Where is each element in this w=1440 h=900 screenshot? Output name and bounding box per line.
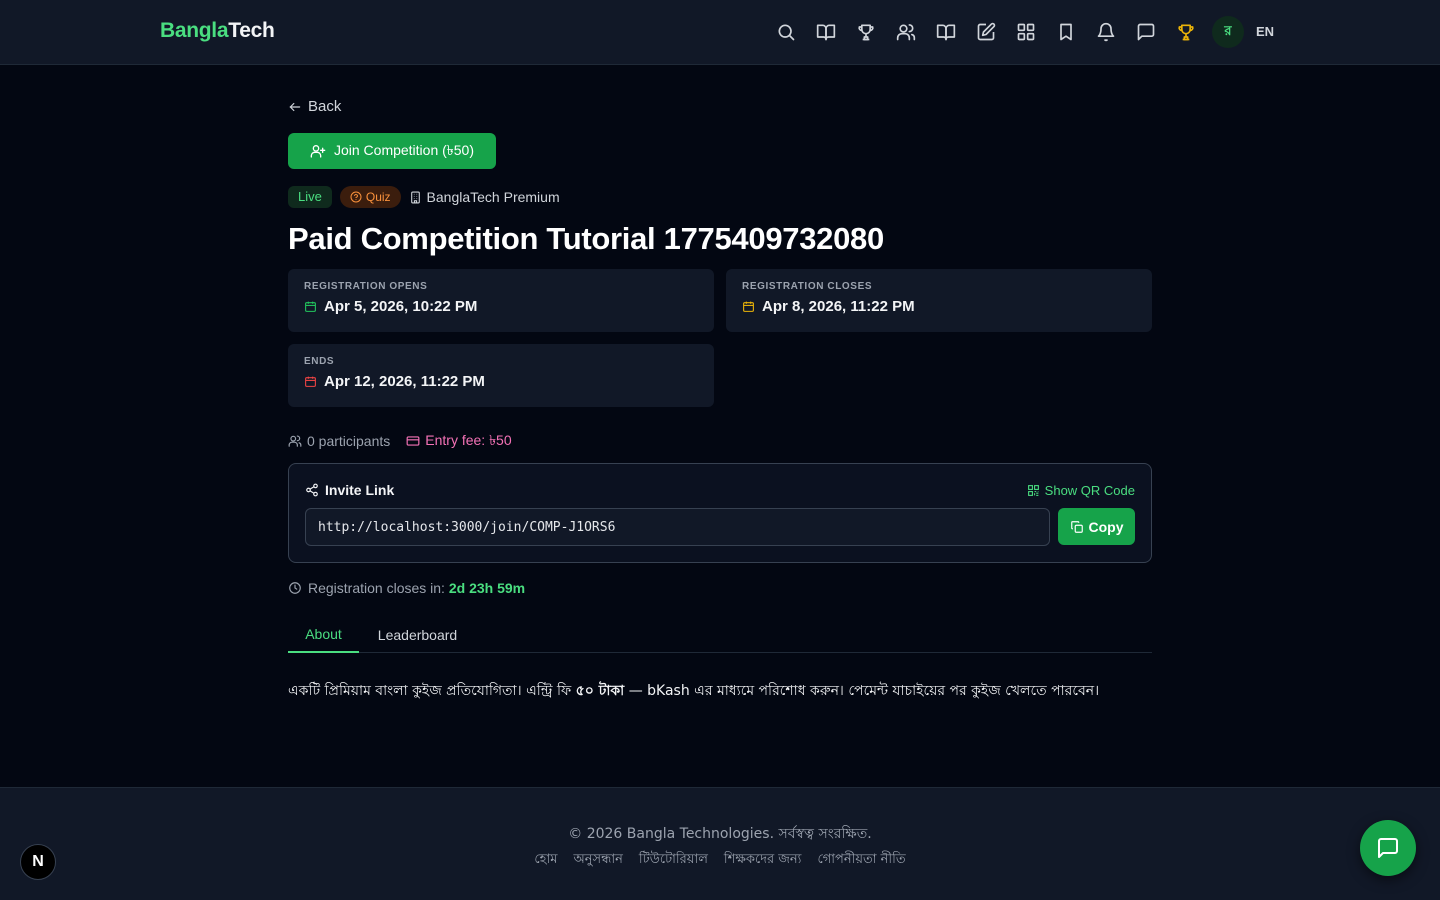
status-badge: Live [288,186,332,208]
entry-fee-label: Entry fee: ৳50 [425,432,512,448]
tab-leaderboard[interactable]: Leaderboard [359,617,476,653]
about-text-bold: ৫০ টাকা [575,683,625,699]
invite-link-panel: Invite Link Show QR Code Copy [288,463,1152,563]
competition-meta: 0 participants Entry fee: ৳50 [288,429,512,453]
show-qr-code-button[interactable]: Show QR Code [1027,483,1135,498]
registration-countdown: Registration closes in: 2d 23h 59m [288,580,525,596]
participants-count: 0 participants [288,433,390,449]
qr-code-icon [1027,485,1039,496]
footer-link-tutorials[interactable]: টিউটোরিয়াল [639,850,708,871]
registration-opens-card: Registration opens Apr 5, 2026, 10:22 PM [288,269,714,332]
invite-heading: Invite Link [305,482,394,498]
about-description: একটি প্রিমিয়াম বাংলা কুইজ প্রতিযোগিতা। … [288,679,1152,703]
calendar-icon [743,301,754,312]
message-icon[interactable] [1134,20,1158,44]
credit-card-icon [406,436,420,446]
building-icon [410,191,420,203]
footer-links: হোম অনুসন্ধান টিউটোরিয়াল শিক্ষকদের জন্য… [0,850,1440,871]
invite-url-input[interactable] [305,508,1050,546]
ends-card: Ends Apr 12, 2026, 11:22 PM [288,344,714,407]
ends-value: Apr 12, 2026, 11:22 PM [324,373,485,390]
ends-label: Ends [304,356,335,367]
footer-link-for-teachers[interactable]: শিক্ষকদের জন্য [724,850,802,871]
type-badge: Quiz [339,186,401,208]
show-qr-code-label: Show QR Code [1044,483,1135,498]
dashboard-grid-icon[interactable] [1014,20,1038,44]
language-toggle[interactable]: EN [1256,24,1274,39]
chat-button[interactable] [1360,820,1416,876]
footer-link-privacy[interactable]: গোপনীয়তা নীতি [817,850,905,871]
back-link[interactable]: Back [288,98,341,115]
search-icon[interactable] [774,20,798,44]
users-icon [288,435,302,447]
bell-icon[interactable] [1094,20,1118,44]
copy-button[interactable]: Copy [1058,508,1135,545]
copyright-text: © 2026 Bangla Technologies. সর্বস্বত্ব স… [568,826,872,842]
registration-closes-card: Registration closes Apr 8, 2026, 11:22 P… [726,269,1152,332]
user-plus-icon [310,145,326,158]
bookmark-icon[interactable] [1054,20,1078,44]
brand-part2: Tech [228,19,275,42]
share-icon [306,483,318,497]
registration-opens-value: Apr 5, 2026, 10:22 PM [324,298,478,315]
about-text-before: একটি প্রিমিয়াম বাংলা কুইজ প্রতিযোগিতা। … [288,683,576,699]
user-avatar[interactable]: র [1212,16,1244,48]
participants-label: 0 participants [307,433,391,449]
registration-closes-label: Registration closes [742,281,873,292]
join-competition-button[interactable]: Join Competition (৳50) [288,133,496,169]
footer: © 2026 Bangla Technologies. সর্বস্বত্ব স… [0,787,1440,900]
chat-bubble-icon [1378,838,1398,858]
organization-label: BanglaTech Premium [409,189,560,205]
book-open-icon[interactable] [814,20,838,44]
trophy-active-icon[interactable] [1174,20,1198,44]
countdown-value: 2d 23h 59m [448,580,526,596]
tab-about[interactable]: About [288,617,359,653]
footer-link-search[interactable]: অনুসন্ধান [573,850,622,871]
users-icon[interactable] [894,20,918,44]
registration-opens-label: Registration opens [304,281,428,292]
brand-part1: Bangla [160,19,229,42]
book-icon[interactable] [934,20,958,44]
calendar-icon [305,301,316,312]
page-title: Paid Competition Tutorial 1775409732080 [288,221,884,256]
help-circle-icon [350,191,362,203]
type-badge-label: Quiz [365,190,391,204]
edit-icon[interactable] [974,20,998,44]
footer-link-home[interactable]: হোম [534,850,557,871]
brand-logo[interactable]: BanglaTech [160,19,275,43]
entry-fee: Entry fee: ৳50 [406,429,512,453]
badge-row: Live Quiz BanglaTech Premium [288,186,560,208]
copy-icon [1070,520,1083,533]
clock-icon [289,582,301,594]
trophy-icon[interactable] [854,20,878,44]
arrow-left-icon [289,102,301,111]
nextjs-dev-indicator-icon[interactable]: N [20,844,56,880]
tab-bar: About Leaderboard [288,617,1152,653]
registration-closes-value: Apr 8, 2026, 11:22 PM [762,298,915,315]
join-button-label: Join Competition (৳50) [333,142,475,158]
about-text-after: — bKash এর মাধ্যমে পরিশোধ করুন। পেমেন্ট … [624,683,1100,699]
calendar-icon [305,376,316,387]
organization-name: BanglaTech Premium [426,189,560,205]
countdown-label: Registration closes in: [308,580,449,596]
top-navbar: BanglaTech র EN [0,0,1440,65]
back-label: Back [308,98,342,115]
copy-button-label: Copy [1088,518,1124,535]
invite-heading-label: Invite Link [325,482,395,498]
